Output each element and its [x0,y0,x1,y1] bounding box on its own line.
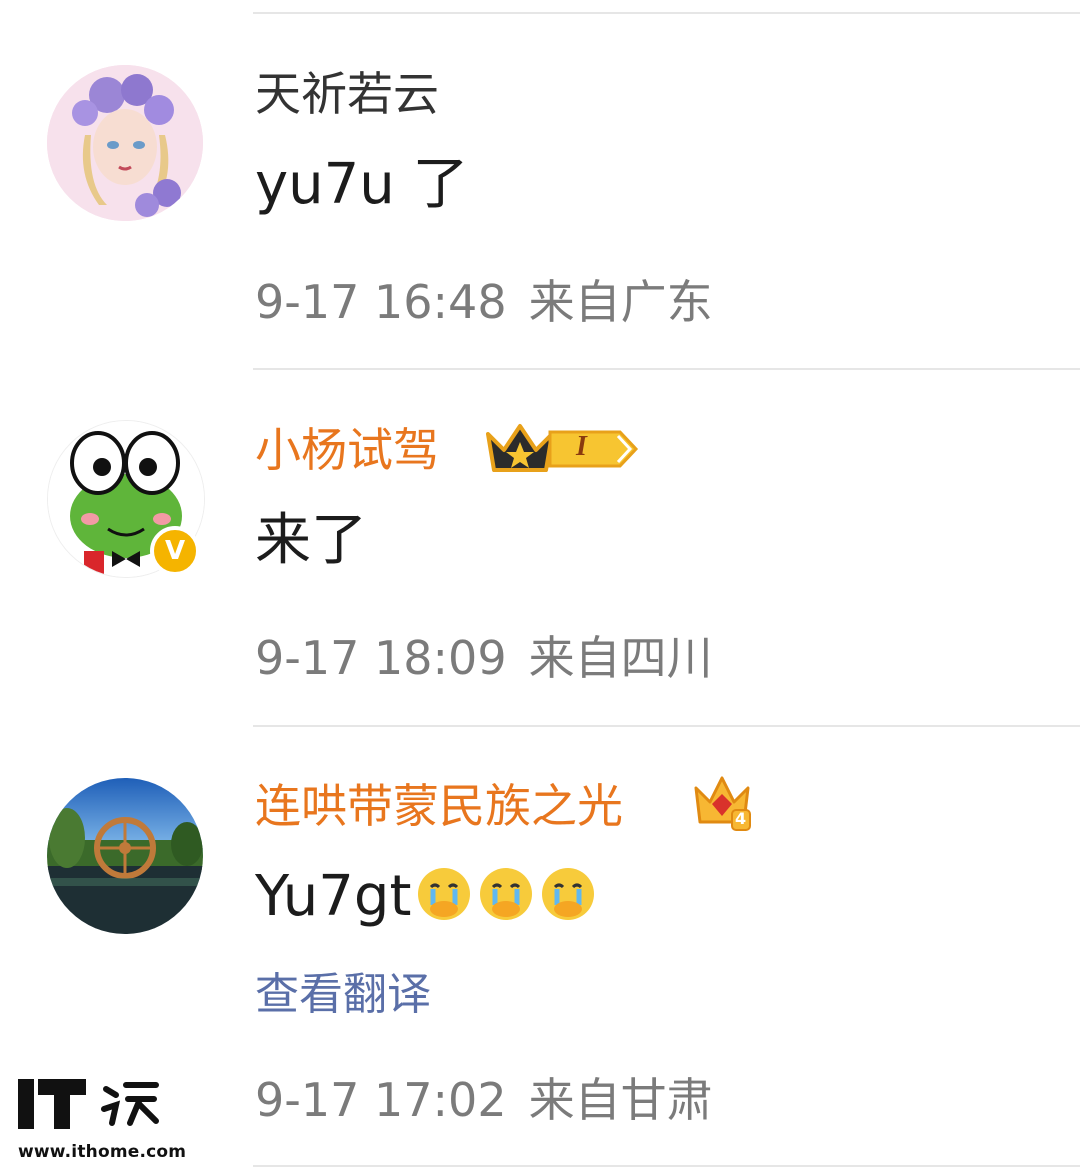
comment-text: 来了 [255,508,367,573]
level-tag-icon: I [548,428,640,470]
comment-date: 9-17 17:02 [255,1073,507,1127]
divider [253,725,1080,727]
translate-link[interactable]: 查看翻译 [255,968,431,1022]
crying-face-emoji [542,868,595,920]
crown-level-label: 4 [735,809,747,828]
crown-icon [484,420,556,476]
username[interactable]: 天祈若云 [255,66,439,122]
verified-v-icon: V [150,526,200,576]
watermark-url: www.ithome.com [18,1142,187,1162]
comment-text: Yu7gt [255,864,597,930]
comment-date: 9-17 18:09 [255,631,507,685]
comment-meta: 9-17 17:02 来自甘肃 [255,1072,735,1128]
comment-text: yu7u 了 [255,152,469,217]
user-avatar[interactable] [47,778,203,934]
comment-location: 来自甘肃 [528,1073,713,1127]
crown-level-icon: 4 [690,770,754,834]
comment-location: 来自广东 [528,275,713,329]
comment-text-content: Yu7gt [255,864,412,929]
comment-item: 天祈若云 yu7u 了 9-17 16:48 来自广东 [0,0,1080,370]
username[interactable]: 小杨试驾 [255,422,439,478]
divider [253,1165,1080,1167]
comment-date: 9-17 16:48 [255,275,507,329]
user-avatar[interactable] [47,65,203,221]
divider [253,368,1080,370]
level-tag-label: I [576,431,587,462]
crying-face-emoji [480,868,533,920]
comment-location: 来自四川 [528,631,713,685]
comment-meta: 9-17 18:09 来自四川 [255,630,735,686]
username[interactable]: 连哄带蒙民族之光 [255,778,623,834]
comment-meta: 9-17 16:48 来自广东 [255,274,735,330]
crying-face-emoji [418,868,471,920]
verified-v-label: V [164,536,186,566]
